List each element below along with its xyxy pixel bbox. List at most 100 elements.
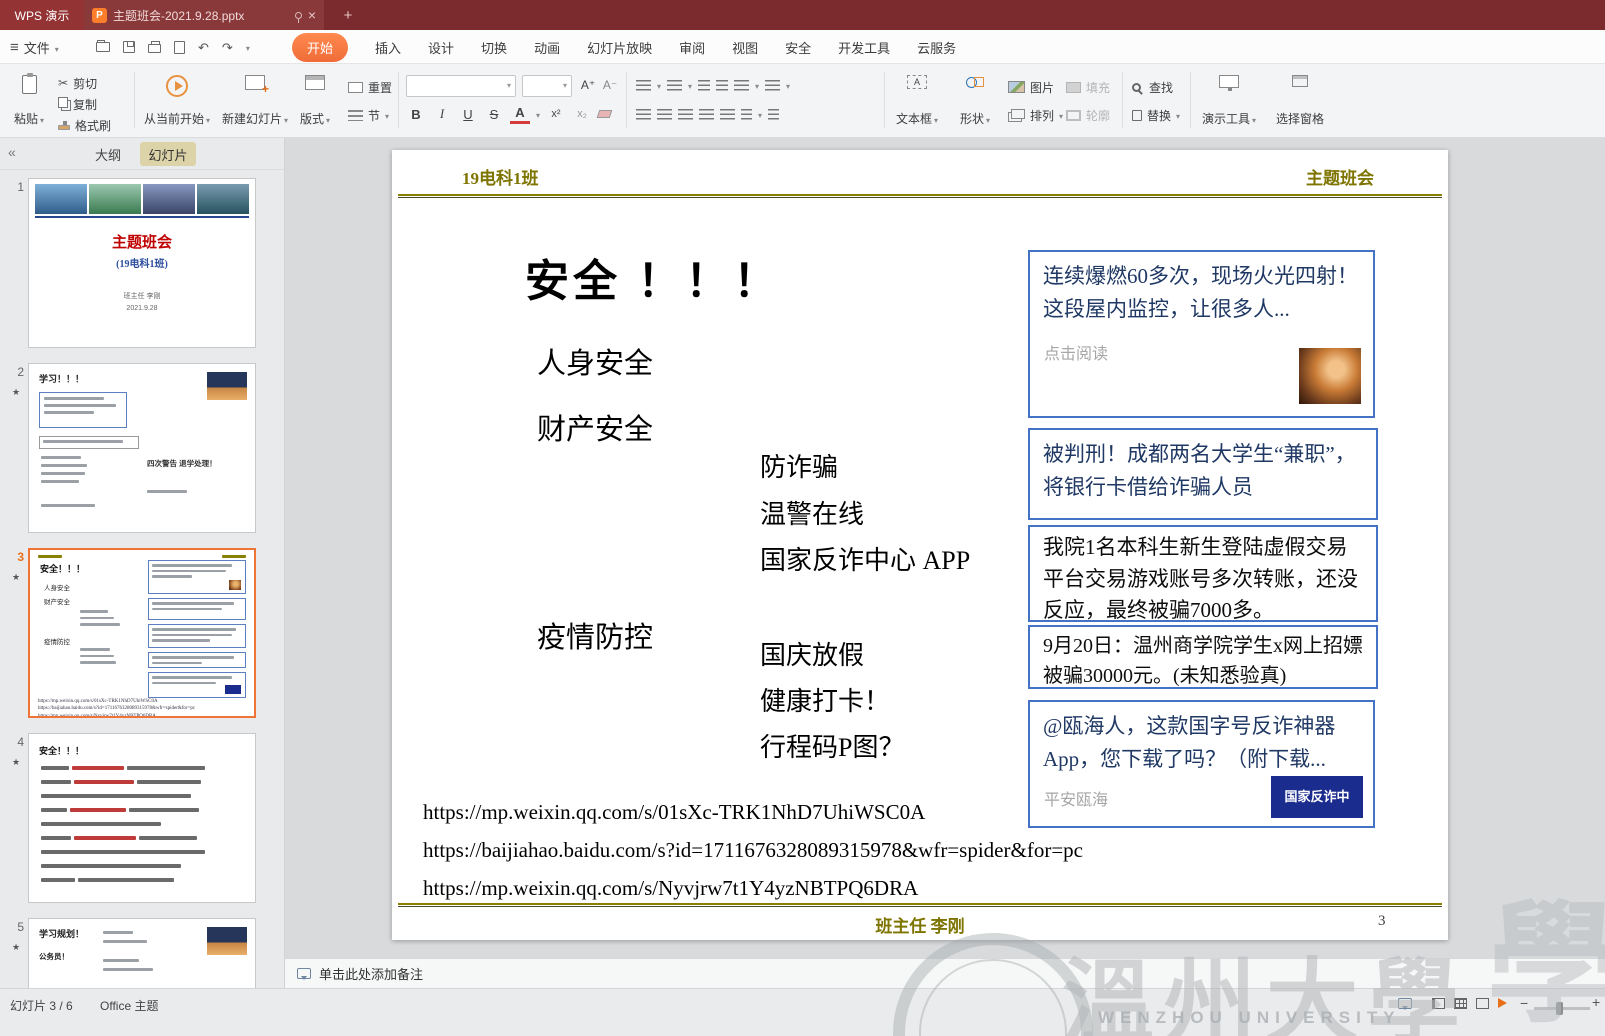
slide-header-right[interactable]: 主题班会 (1306, 164, 1374, 189)
find-button[interactable]: 查找 (1132, 78, 1173, 96)
reset-button[interactable]: 重置 (348, 78, 392, 96)
link-1[interactable]: https://mp.weixin.qq.com/s/01sXc-TRK1NhD… (423, 800, 925, 825)
sub-anti-fraud[interactable]: 防诈骗 (760, 447, 838, 484)
tab-slides[interactable]: 幻灯片 (140, 142, 196, 166)
bullet-property-safety[interactable]: 财产安全 (537, 406, 653, 448)
section-button[interactable]: 节 (348, 106, 389, 124)
clear-format-icon[interactable] (597, 110, 613, 118)
font-size-combobox[interactable] (522, 75, 572, 97)
slide-canvas[interactable]: 19电科1班 主题班会 安全 ！！！ 人身安全 财产安全 防诈骗 温警在线 国家… (392, 150, 1448, 940)
sub-anti-fraud-app[interactable]: 国家反诈中心 APP (760, 540, 970, 577)
export-icon[interactable] (174, 41, 185, 54)
copy-button[interactable]: 复制 (58, 95, 97, 113)
chevron-down-icon[interactable] (536, 105, 540, 123)
tab-view[interactable]: 视图 (732, 38, 758, 57)
textbox-button[interactable]: 文本框 (892, 70, 942, 132)
tab-design[interactable]: 设计 (428, 38, 454, 57)
italic-button[interactable]: I (432, 104, 452, 124)
tab-devtools[interactable]: 开发工具 (838, 38, 890, 57)
strikethrough-button[interactable]: S (484, 104, 504, 124)
indent-decrease-icon[interactable] (698, 80, 710, 91)
justify-icon[interactable] (699, 109, 714, 120)
normal-view-icon[interactable] (1432, 998, 1445, 1009)
sub-police-online[interactable]: 温警在线 (760, 494, 864, 531)
cut-button[interactable]: 剪切 (58, 74, 97, 92)
sub-national-holiday[interactable]: 国庆放假 (760, 635, 864, 672)
redo-icon[interactable]: ↷ (222, 41, 233, 54)
pin-icon[interactable] (295, 12, 302, 19)
format-painter-button[interactable]: 格式刷 (58, 116, 111, 134)
app-tab[interactable]: WPS 演示 (0, 0, 84, 30)
zoom-slider-thumb[interactable] (1556, 1002, 1563, 1015)
tab-security[interactable]: 安全 (785, 38, 811, 57)
arrange-button[interactable]: 排列 (1008, 106, 1063, 124)
zoom-in-icon[interactable]: + (1592, 994, 1600, 1010)
picture-button[interactable]: 图片 (1008, 78, 1054, 96)
font-color-button[interactable]: A (510, 104, 530, 124)
tab-cloud[interactable]: 云服务 (917, 38, 956, 57)
selection-pane-button[interactable]: 选择窗格 (1272, 70, 1328, 132)
play-from-current-button[interactable]: 从当前开始 (140, 70, 214, 132)
news-box-game-scam[interactable]: 我院1名本科生新生登陆虚假交易平台交易游戏账号多次转账，还没反应，最终被骗700… (1028, 525, 1378, 622)
distribute-icon[interactable] (720, 109, 735, 120)
text-direction-icon[interactable] (765, 80, 780, 91)
link-2[interactable]: https://baijiahao.baidu.com/s?id=1711676… (423, 838, 1083, 863)
slide-footer-text[interactable]: 班主任 李刚 (392, 912, 1448, 937)
reading-view-icon[interactable] (1476, 998, 1489, 1009)
save-icon[interactable] (123, 41, 135, 53)
slide-thumbnail-2[interactable]: 学习！！！ 四次警告 退学处理！ (28, 363, 256, 533)
fill-button[interactable]: 填充 (1066, 78, 1110, 96)
slide-title-text[interactable]: 安全 ！！！ (525, 245, 781, 309)
slide-thumbnail-5[interactable]: 学习规划！ 公务员！ (28, 918, 256, 988)
font-name-combobox[interactable] (406, 75, 516, 97)
tab-insert[interactable]: 插入 (375, 38, 401, 57)
new-tab-button[interactable] (338, 5, 358, 25)
sub-travel-code[interactable]: 行程码P图？ (760, 727, 904, 764)
paste-button[interactable]: 粘贴 (10, 70, 48, 132)
replace-button[interactable]: 替换 (1132, 106, 1180, 124)
tab-home[interactable]: 开始 (292, 33, 348, 62)
new-slide-button[interactable]: 新建幻灯片 (218, 70, 292, 132)
subscript-button[interactable]: x₂ (572, 104, 592, 124)
zoom-out-icon[interactable]: − (1520, 995, 1528, 1011)
tab-slideshow[interactable]: 幻灯片放映 (587, 38, 652, 57)
sub-health-checkin[interactable]: 健康打卡！ (760, 681, 890, 718)
tab-review[interactable]: 审阅 (679, 38, 705, 57)
align-right-icon[interactable] (678, 109, 693, 120)
indent-increase-icon[interactable] (716, 80, 728, 91)
news-box-30000-scam[interactable]: 9月20日：温州商学院学生x网上招嫖被骗30000元。(未知悉验真) (1028, 625, 1378, 689)
line-spacing-icon[interactable] (734, 80, 749, 91)
bold-button[interactable]: B (406, 104, 426, 124)
slide-sorter-view-icon[interactable] (1454, 998, 1467, 1009)
bullets-icon[interactable] (636, 80, 651, 91)
tab-animations[interactable]: 动画 (534, 38, 560, 57)
bullet-epidemic-control[interactable]: 疫情防控 (537, 614, 653, 656)
slideshow-view-icon[interactable] (1498, 998, 1507, 1008)
underline-button[interactable]: U (458, 104, 478, 124)
link-3[interactable]: https://mp.weixin.qq.com/s/Nyvjrw7t1Y4yz… (423, 876, 918, 901)
superscript-button[interactable]: x² (546, 104, 566, 124)
increase-font-icon[interactable] (578, 75, 598, 95)
outline-button[interactable]: 轮廓 (1066, 106, 1110, 124)
file-menu[interactable]: 文件 (10, 30, 59, 64)
presentation-tools-button[interactable]: 演示工具 (1198, 70, 1260, 132)
columns-icon[interactable] (741, 109, 752, 120)
layout-button[interactable]: 版式 (296, 70, 334, 132)
document-tab[interactable]: P 主题班会-2021.9.28.pptx × (84, 0, 324, 30)
news-box-sentenced[interactable]: 被判刑！成都两名大学生“兼职”，将银行卡借给诈骗人员 (1028, 428, 1378, 520)
align-center-icon[interactable] (657, 109, 672, 120)
close-tab-icon[interactable]: × (308, 8, 316, 22)
collapse-panel-icon[interactable] (8, 144, 16, 160)
decrease-font-icon[interactable] (600, 75, 620, 95)
shapes-button[interactable]: 形状 (956, 70, 994, 132)
tab-outline[interactable]: 大纲 (84, 142, 132, 166)
news-box-antifraud-app[interactable]: @瓯海人，这款国字号反诈神器App，您下载了吗？（附下载... 平安瓯海 国家反… (1028, 700, 1375, 828)
print-icon[interactable] (148, 44, 161, 53)
slide-thumbnail-1[interactable]: 主题班会 (19电科1班) 班主任 李刚 2021.9.28 (28, 178, 256, 348)
notes-toggle-icon[interactable] (1398, 998, 1412, 1009)
align-left-icon[interactable] (636, 109, 651, 120)
slide-thumbnail-4[interactable]: 安全！！！ (28, 733, 256, 903)
theme-name[interactable]: Office 主题 (100, 997, 158, 1014)
read-more-link[interactable]: 点击阅读 (1044, 343, 1108, 368)
toolbar-more-icon[interactable] (246, 38, 250, 56)
